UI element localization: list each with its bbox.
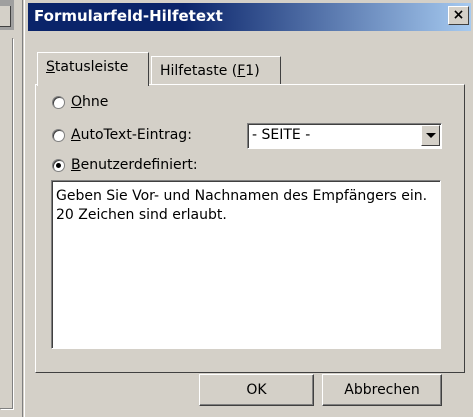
radio-label-autotext: AutoText-Eintrag: bbox=[71, 127, 192, 143]
tab-label-rest: tatusleiste bbox=[54, 59, 129, 75]
background-window-button bbox=[0, 6, 11, 27]
close-icon: × bbox=[452, 7, 465, 23]
radio-label-custom: Benutzerdefiniert: bbox=[71, 157, 198, 173]
chevron-down-icon[interactable] bbox=[421, 125, 440, 146]
close-button[interactable]: × bbox=[448, 6, 469, 25]
radio-option-custom[interactable]: Benutzerdefiniert: bbox=[52, 155, 198, 175]
ok-button[interactable]: OK bbox=[199, 374, 314, 406]
tab-label-mnemonic: S bbox=[46, 59, 55, 75]
tab-label-prefix: Hilfetaste ( bbox=[160, 63, 238, 79]
radio-button-custom[interactable] bbox=[52, 158, 65, 172]
radio-button-none[interactable] bbox=[52, 95, 65, 109]
tab-label-rest: 1) bbox=[245, 63, 260, 79]
autotext-dropdown-value: - SEITE - bbox=[252, 127, 311, 143]
tab-statusleiste[interactable]: Statusleiste bbox=[37, 52, 149, 86]
cancel-button[interactable]: Abbrechen bbox=[322, 374, 442, 406]
radio-button-autotext[interactable] bbox=[52, 128, 65, 142]
autotext-dropdown[interactable]: - SEITE - bbox=[247, 123, 442, 149]
radio-option-none[interactable]: Ohne bbox=[52, 92, 108, 112]
tab-hilfetaste[interactable]: Hilfetaste (F1) bbox=[151, 56, 281, 86]
title-bar[interactable]: Formularfeld-Hilfetext × bbox=[28, 3, 471, 31]
dialog-title: Formularfeld-Hilfetext bbox=[34, 7, 223, 25]
radio-option-autotext[interactable]: AutoText-Eintrag: bbox=[52, 125, 192, 145]
background-window bbox=[0, 0, 23, 417]
radio-label-none: Ohne bbox=[71, 94, 109, 110]
background-window-panel bbox=[0, 38, 13, 409]
custom-help-textarea[interactable]: Geben Sie Vor- und Nachnamen des Empfäng… bbox=[51, 180, 441, 349]
